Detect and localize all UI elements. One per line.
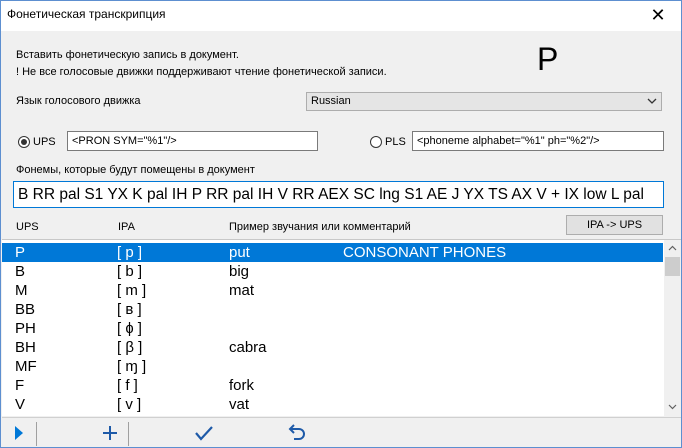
row-ups: MF bbox=[15, 358, 37, 375]
row-ipa: [ p ] bbox=[117, 244, 143, 261]
dialog-window: Фонетическая транскрипция ✕ Вставить фон… bbox=[0, 0, 682, 448]
scroll-down-icon[interactable] bbox=[664, 399, 681, 416]
row-example: big bbox=[229, 263, 250, 280]
row-ipa: [ ɸ ] bbox=[117, 320, 142, 337]
phonemes-label: Фонемы, которые будут помещены в докумен… bbox=[16, 164, 255, 176]
row-comment: CONSONANT PHONES bbox=[343, 244, 507, 261]
row-ups: P bbox=[15, 244, 26, 261]
table-row[interactable]: M [ m ] mat bbox=[2, 281, 663, 300]
pls-radio[interactable] bbox=[370, 136, 382, 148]
ups-template-input[interactable]: <PRON SYM="%1"/> bbox=[67, 131, 318, 151]
title-bar: Фонетическая транскрипция ✕ bbox=[1, 1, 681, 31]
chevron-down-icon bbox=[647, 95, 657, 112]
row-example: put bbox=[229, 244, 250, 261]
scrollbar-thumb[interactable] bbox=[665, 257, 680, 276]
row-ipa: [ ʙ ] bbox=[117, 301, 142, 318]
phonemes-output-field[interactable]: B RR pal S1 YX K pal IH P RR pal IH V RR… bbox=[13, 181, 664, 208]
pls-template-input[interactable]: <phoneme alphabet="%1" ph="%2"/> bbox=[412, 131, 664, 151]
row-ups: BB bbox=[15, 301, 36, 318]
window-title: Фонетическая транскрипция bbox=[7, 7, 166, 21]
row-example: fork bbox=[229, 377, 255, 394]
toolbar-separator bbox=[36, 422, 37, 446]
table-row[interactable]: PH [ ɸ ] bbox=[2, 319, 663, 338]
pls-radio-label: PLS bbox=[385, 136, 406, 148]
row-ipa: [ v ] bbox=[117, 396, 142, 413]
row-ipa: [ m ] bbox=[117, 282, 147, 299]
phone-list[interactable]: P [ p ] put CONSONANT PHONES B [ b ] big… bbox=[2, 239, 681, 416]
ipa-to-ups-button[interactable]: IPA -> UPS bbox=[566, 215, 663, 235]
table-row[interactable]: V [ v ] vat bbox=[2, 395, 663, 414]
row-ups: PH bbox=[15, 320, 36, 337]
current-phone-display: P bbox=[537, 41, 559, 77]
list-scrollbar[interactable] bbox=[664, 240, 681, 416]
table-row[interactable]: P [ p ] put CONSONANT PHONES bbox=[2, 243, 663, 262]
engine-label: Язык голосового движка bbox=[16, 95, 141, 107]
row-example: cabra bbox=[229, 339, 267, 356]
play-icon[interactable] bbox=[6, 418, 36, 447]
table-row[interactable]: MF [ ɱ ] bbox=[2, 357, 663, 376]
row-ipa: [ β ] bbox=[117, 339, 143, 356]
plus-icon[interactable] bbox=[95, 418, 125, 447]
row-ipa: [ ɱ ] bbox=[117, 358, 147, 375]
ups-radio-label: UPS bbox=[33, 136, 56, 148]
col-header-ups: UPS bbox=[16, 221, 39, 233]
table-row[interactable]: BH [ β ] cabra bbox=[2, 338, 663, 357]
table-row[interactable]: BB [ ʙ ] bbox=[2, 300, 663, 319]
col-header-ipa: IPA bbox=[118, 221, 135, 233]
bottom-toolbar bbox=[2, 417, 681, 447]
ups-radio[interactable] bbox=[18, 136, 30, 148]
close-icon[interactable]: ✕ bbox=[635, 1, 681, 31]
table-row[interactable]: B [ b ] big bbox=[2, 262, 663, 281]
toolbar-separator bbox=[128, 422, 129, 446]
info-line-1: Вставить фонетическую запись в документ. bbox=[16, 49, 239, 61]
row-ipa: [ b ] bbox=[117, 263, 143, 280]
col-header-example: Пример звучания или комментарий bbox=[229, 221, 411, 233]
engine-language-select[interactable]: Russian bbox=[306, 92, 662, 111]
row-ups: B bbox=[15, 263, 26, 280]
undo-icon[interactable] bbox=[281, 418, 311, 447]
row-ups: M bbox=[15, 282, 28, 299]
row-ups: F bbox=[15, 377, 25, 394]
row-ipa: [ f ] bbox=[117, 377, 138, 394]
info-line-2: ! Не все голосовые движки поддерживают ч… bbox=[16, 66, 387, 78]
scroll-up-icon[interactable] bbox=[664, 240, 681, 257]
table-row[interactable]: F [ f ] fork bbox=[2, 376, 663, 395]
row-ups: BH bbox=[15, 339, 36, 356]
row-example: mat bbox=[229, 282, 255, 299]
checkmark-icon[interactable] bbox=[189, 418, 219, 447]
engine-language-value: Russian bbox=[311, 95, 351, 107]
row-example: vat bbox=[229, 396, 250, 413]
row-ups: V bbox=[15, 396, 26, 413]
